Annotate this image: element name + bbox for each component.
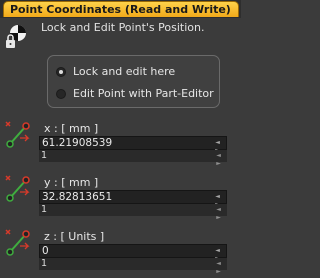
y-step-input[interactable] xyxy=(39,204,211,215)
point-coordinate-icon xyxy=(5,229,30,256)
z-value-spinner[interactable]: ◄ ► xyxy=(212,247,224,262)
x-step-spinner[interactable]: ◄ ► xyxy=(213,152,225,167)
x-value-input[interactable] xyxy=(40,137,212,149)
x-value-field[interactable]: ◄ ► xyxy=(39,136,227,154)
radio-unselected-indicator[interactable] xyxy=(56,89,66,99)
radio-lock-and-edit-here[interactable]: Lock and edit here xyxy=(56,64,175,80)
panel-tab[interactable]: Point Coordinates (Read and Write) xyxy=(3,1,239,17)
z-step-spinner[interactable]: ◄ ► xyxy=(213,260,225,275)
x-coordinate-label: x : [ mm ] xyxy=(44,122,99,135)
z-coordinate-label: z : [ Units ] xyxy=(44,230,105,243)
z-step-field[interactable]: ◄ ► xyxy=(39,258,227,275)
radio-selected-indicator[interactable] xyxy=(56,67,66,77)
radio-label: Lock and edit here xyxy=(73,65,176,78)
x-step-input[interactable] xyxy=(39,150,211,161)
y-coordinate-label: y : [ mm ] xyxy=(44,176,99,189)
x-value-spinner[interactable]: ◄ ► xyxy=(212,139,224,154)
y-step-field[interactable]: ◄ ► xyxy=(39,204,227,221)
radio-label: Edit Point with Part-Editor xyxy=(73,87,214,100)
y-value-field[interactable]: ◄ ► xyxy=(39,190,227,208)
z-value-field[interactable]: ◄ ► xyxy=(39,244,227,262)
point-coordinate-icon xyxy=(5,175,30,202)
panel-titlebar: Point Coordinates (Read and Write) xyxy=(0,0,241,18)
z-value-input[interactable] xyxy=(40,245,212,257)
y-value-spinner[interactable]: ◄ ► xyxy=(212,193,224,208)
panel-title: Point Coordinates (Read and Write) xyxy=(10,3,231,16)
x-step-field[interactable]: ◄ ► xyxy=(39,150,227,167)
lock-description: Lock and Edit Point's Position. xyxy=(41,21,205,34)
lock-mode-radio-group: Lock and edit here Edit Point with Part-… xyxy=(47,55,220,108)
z-step-input[interactable] xyxy=(39,258,211,269)
y-step-spinner[interactable]: ◄ ► xyxy=(213,206,225,221)
point-coordinate-icon xyxy=(5,121,30,148)
lock-icon xyxy=(6,25,26,48)
y-value-input[interactable] xyxy=(40,191,212,203)
radio-edit-with-part-editor[interactable]: Edit Point with Part-Editor xyxy=(56,86,214,102)
